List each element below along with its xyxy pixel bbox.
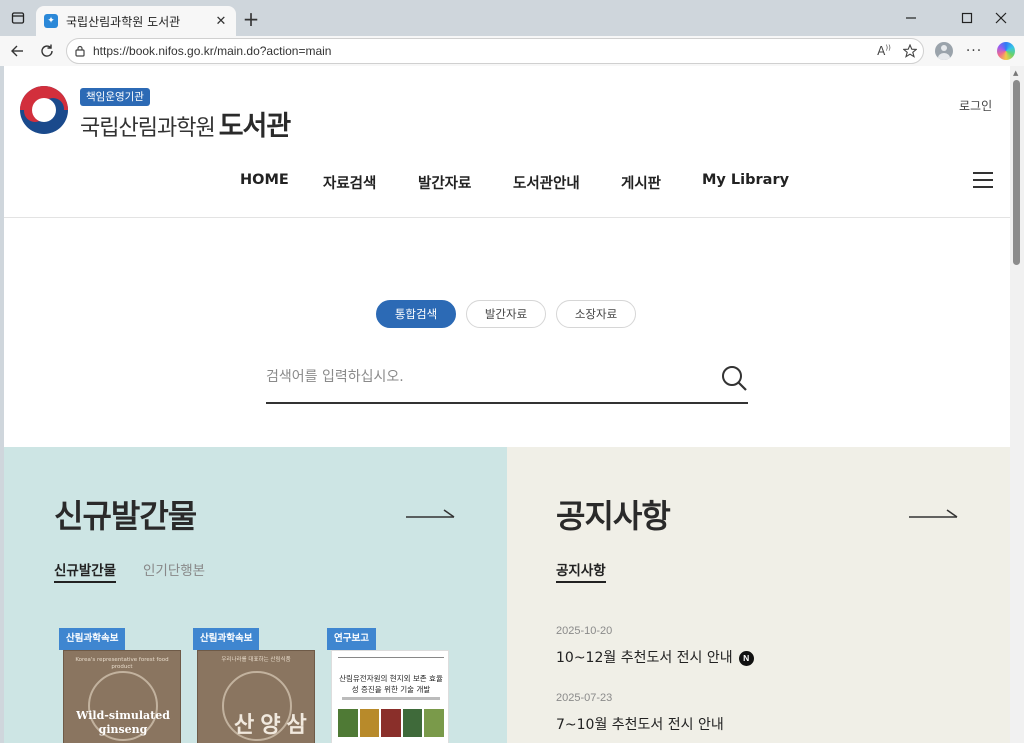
new-publications-panel: 신규발간물 신규발간물 인기단행본 산림과학속보 Korea's represe…	[4, 447, 507, 743]
close-tab-icon[interactable]: ✕	[210, 10, 232, 32]
book-category-tag: 연구보고	[327, 628, 376, 650]
more-menu-button[interactable]: ···	[961, 38, 987, 64]
main-navigation: HOME 자료검색 발간자료 도서관안내 게시판 My Library	[4, 164, 1010, 200]
page-viewport: 책임운영기관 국립산림과학원 도서관 로그인 HOME 자료검색 발간자료 도서관…	[4, 66, 1010, 743]
book-item[interactable]: 산림과학속보 우리나라를 대표하는 산림식품 산양삼	[193, 628, 315, 743]
lock-icon	[67, 45, 93, 57]
book-category-tag: 산림과학속보	[193, 628, 260, 650]
book-item[interactable]: 산림과학속보 Korea's representative forest foo…	[59, 628, 181, 743]
new-tab-button[interactable]: +	[238, 6, 264, 32]
search-tab-holdings[interactable]: 소장자료	[556, 300, 636, 328]
tab-title: 국립산림과학원 도서관	[66, 14, 181, 29]
refresh-icon	[41, 44, 53, 57]
nav-item-my-library[interactable]: My Library	[702, 172, 789, 188]
tab-actions-icon	[11, 12, 25, 24]
copilot-icon	[997, 42, 1015, 60]
book-cover: Korea's representative forest food produ…	[63, 650, 181, 743]
site-favicon-icon: ✦	[44, 14, 58, 28]
nav-item-library-info[interactable]: 도서관안내	[513, 172, 580, 193]
book-cover: 우리나라를 대표하는 산림식품 산양삼	[197, 650, 315, 743]
profile-avatar-icon	[935, 42, 953, 60]
notice-title: 7~10월 추천도서 전시 안내	[556, 717, 724, 733]
browser-toolbar: https://book.nifos.go.kr/main.do?action=…	[0, 36, 1024, 66]
nav-item-home[interactable]: HOME	[240, 172, 289, 188]
copilot-button[interactable]	[993, 38, 1019, 64]
close-icon	[995, 12, 1007, 24]
arrow-right-icon[interactable]	[909, 509, 959, 521]
login-link[interactable]: 로그인	[959, 97, 992, 114]
tab-notices[interactable]: 공지사항	[556, 559, 606, 583]
tab-popular-books[interactable]: 인기단행본	[143, 559, 205, 581]
browser-tab[interactable]: ✦ 국립산림과학원 도서관 ✕	[36, 6, 236, 36]
minimize-button[interactable]	[888, 0, 934, 36]
browser-titlebar: ✦ 국립산림과학원 도서관 ✕ +	[0, 0, 1024, 36]
book-item[interactable]: 연구보고 산림유전자원의 현지외 보존 효율성 증진을 위한 기술 개발	[327, 628, 449, 743]
notice-date: 2025-10-20	[556, 625, 613, 637]
nav-item-search[interactable]: 자료검색	[323, 172, 376, 193]
arrow-left-icon	[11, 45, 23, 57]
notice-item[interactable]: 7~10월 추천도서 전시 안내	[556, 714, 724, 734]
hamburger-menu-icon[interactable]	[973, 172, 993, 188]
notices-panel: 공지사항 공지사항 2025-10-20 10~12월 추천도서 전시 안내 N …	[507, 447, 1010, 743]
search-tab-publications[interactable]: 발간자료	[466, 300, 546, 328]
book-category-tag: 산림과학속보	[59, 628, 126, 650]
brand-institute-name: 국립산림과학원	[80, 116, 216, 141]
refresh-button[interactable]	[34, 38, 60, 64]
notice-item[interactable]: 10~12월 추천도서 전시 안내 N	[556, 647, 754, 667]
notice-date: 2025-07-23	[556, 692, 613, 704]
new-badge: N	[738, 651, 754, 666]
nav-item-publications[interactable]: 발간자료	[418, 172, 471, 193]
search-tab-integrated[interactable]: 통합검색	[376, 300, 456, 328]
url-text[interactable]: https://book.nifos.go.kr/main.do?action=…	[93, 44, 871, 58]
book-cover: 산림유전자원의 현지외 보존 효율성 증진을 위한 기술 개발	[331, 650, 449, 743]
search-icon[interactable]	[720, 364, 748, 392]
favorite-star-icon[interactable]	[897, 44, 923, 58]
tab-actions-button[interactable]	[4, 4, 32, 32]
new-publications-title: 신규발간물	[54, 497, 197, 535]
header-divider	[4, 217, 1010, 218]
scrollbar-thumb[interactable]	[1013, 80, 1020, 265]
address-bar[interactable]: https://book.nifos.go.kr/main.do?action=…	[66, 38, 924, 64]
notices-title: 공지사항	[556, 497, 671, 535]
brand-library-name: 도서관	[218, 111, 292, 142]
minimize-icon	[906, 17, 916, 19]
close-window-button[interactable]	[978, 0, 1024, 36]
arrow-right-icon[interactable]	[406, 509, 456, 521]
tab-new-publications[interactable]: 신규발간물	[54, 559, 117, 583]
back-button[interactable]	[4, 38, 30, 64]
notice-title: 10~12월 추천도서 전시 안내	[556, 650, 733, 666]
search-input[interactable]	[266, 362, 706, 392]
scroll-up-icon[interactable]: ▲	[1013, 69, 1018, 77]
profile-button[interactable]	[931, 38, 957, 64]
search-bar	[266, 354, 748, 404]
site-brand[interactable]: 국립산림과학원 도서관	[80, 104, 292, 143]
maximize-icon	[961, 12, 973, 24]
government-emblem-logo[interactable]	[20, 86, 68, 134]
read-aloud-icon[interactable]: A))	[871, 44, 897, 58]
nav-item-board[interactable]: 게시판	[621, 172, 661, 193]
page-scrollbar[interactable]: ▲	[1010, 66, 1024, 743]
